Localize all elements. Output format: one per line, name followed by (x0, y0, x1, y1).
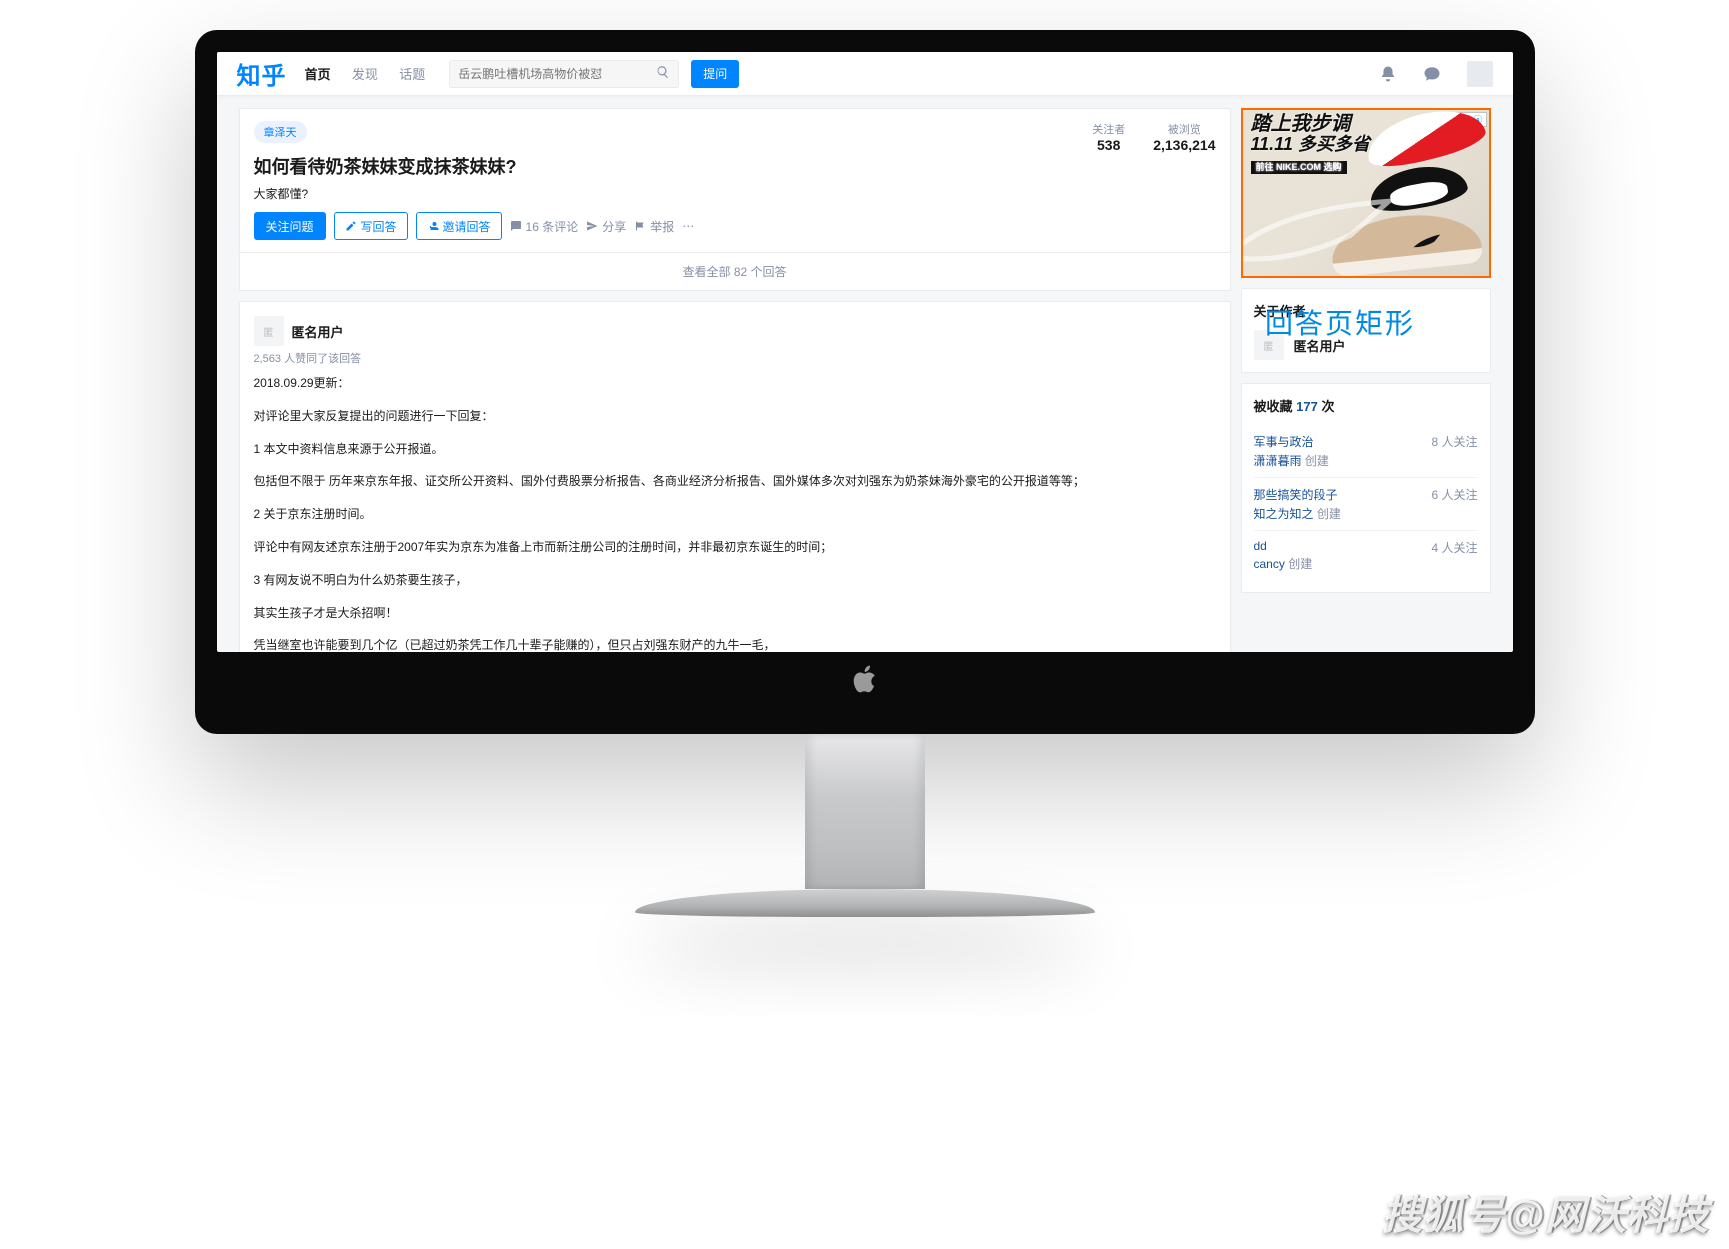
question-stats: 关注者 538 被浏览 2,136,214 (1092, 121, 1215, 240)
monitor-stand-neck (805, 734, 925, 889)
comments-label: 16 条评论 (526, 218, 579, 235)
collection-title[interactable]: 那些搞笑的段子 (1254, 486, 1341, 503)
answer-paragraph: 评论中有网友述京东注册于2007年实为京东为准备上市而新注册公司的注册时间，并非… (254, 536, 1216, 559)
answer-paragraph: 凭当继室也许能要到几个亿（已超过奶茶凭工作几十辈子能赚的），但只占刘强东财产的九… (254, 634, 1216, 652)
ad-line1: 踏上我步调 (1251, 114, 1370, 135)
topic-tag[interactable]: 章泽天 (254, 121, 307, 143)
monitor-bezel: 知乎 首页 发现 话题 提问 (195, 30, 1535, 734)
collection-title[interactable]: dd (1254, 539, 1313, 553)
answer-paragraph: 对评论里大家反复提出的问题进行一下回复： (254, 405, 1216, 428)
views-label: 被浏览 (1153, 121, 1215, 137)
write-answer-label: 写回答 (361, 218, 397, 235)
question-actions: 关注问题 写回答 邀请回答 (254, 212, 1093, 240)
header-nav: 首页 发现 话题 (305, 64, 444, 83)
invite-answer-label: 邀请回答 (443, 218, 491, 235)
collections-heading-prefix: 被收藏 (1254, 399, 1297, 414)
monitor-chin (217, 650, 1513, 712)
collection-followers: 8 人关注 (1431, 433, 1477, 450)
question-title: 如何看待奶茶妹妹变成抹茶妹妹? (254, 153, 1093, 179)
follow-question-button[interactable]: 关注问题 (254, 212, 326, 240)
write-answer-button[interactable]: 写回答 (334, 212, 408, 240)
answer-vote-count: 2,563 人赞同了该回答 (254, 350, 1216, 366)
search-box[interactable] (449, 60, 679, 88)
monitor-mockup: 知乎 首页 发现 话题 提问 (195, 30, 1535, 917)
callout-label: 回答页矩形 (1265, 302, 1415, 342)
search-input[interactable] (458, 67, 656, 81)
followers-stat: 关注者 538 (1092, 121, 1125, 240)
collection-creator: 知之为知之 创建 (1254, 505, 1341, 522)
views-stat: 被浏览 2,136,214 (1153, 121, 1215, 240)
zhihu-logo[interactable]: 知乎 (237, 56, 287, 91)
creator-link[interactable]: 潇潇暮雨 (1254, 454, 1302, 468)
answer-author-row: 匿 匿名用户 (254, 316, 1216, 346)
user-avatar[interactable] (1467, 61, 1493, 87)
report-label: 举报 (650, 218, 674, 235)
answer-author-name[interactable]: 匿名用户 (292, 322, 344, 341)
answer-card: 匿 匿名用户 2,563 人赞同了该回答 2018.09.29更新： 对评论里大家… (239, 301, 1231, 652)
more-link[interactable]: ⋯ (682, 219, 694, 233)
page-body: 章泽天 如何看待奶茶妹妹变成抹茶妹妹? 大家都懂? 关注问题 写回答 (217, 96, 1513, 652)
anon-avatar-glyph: 匿 (264, 324, 274, 339)
followers-value: 538 (1092, 137, 1125, 153)
nike-swoosh-icon (1241, 196, 1393, 266)
share-link[interactable]: 分享 (586, 218, 626, 235)
creator-link[interactable]: cancy (1254, 557, 1285, 571)
nav-discover[interactable]: 发现 (352, 67, 378, 82)
question-subtitle: 大家都懂? (254, 185, 1093, 202)
watermark-text: 搜狐号@网沃科技 (1382, 1183, 1709, 1241)
collection-title[interactable]: 军事与政治 (1254, 433, 1329, 450)
collections-card: 被收藏 177 次 军事与政治潇潇暮雨 创建 8 人关注那些搞笑的段子知之为知之 … (1241, 383, 1491, 593)
message-icon[interactable] (1423, 65, 1441, 83)
comments-link[interactable]: 16 条评论 (510, 218, 579, 235)
zhihu-app: 知乎 首页 发现 话题 提问 (217, 52, 1513, 652)
nav-home[interactable]: 首页 (305, 67, 331, 82)
main-column: 章泽天 如何看待奶茶妹妹变成抹茶妹妹? 大家都懂? 关注问题 写回答 (239, 108, 1231, 652)
answer-paragraph: 3 有网友说不明白为什么奶茶要生孩子， (254, 569, 1216, 592)
collection-creator: cancy 创建 (1254, 555, 1313, 572)
header-right (1379, 61, 1493, 87)
nav-topic[interactable]: 话题 (399, 67, 425, 82)
collection-item: dd cancy 创建 4 人关注 (1254, 530, 1478, 580)
shoe-icon (1361, 108, 1489, 174)
collections-heading: 被收藏 177 次 (1254, 396, 1478, 415)
collections-heading-suffix: 次 (1318, 399, 1335, 414)
answer-paragraph: 包括但不限于 历年来京东年报、证交所公开资料、国外付费股票分析报告、各商业经济分… (254, 470, 1216, 493)
answer-paragraph: 2 关于京东注册时间。 (254, 503, 1216, 526)
collection-followers: 4 人关注 (1431, 539, 1477, 556)
view-all-answers[interactable]: 查看全部 82 个回答 (239, 253, 1231, 291)
monitor-screen: 知乎 首页 发现 话题 提问 (217, 52, 1513, 652)
answer-paragraph: 1 本文中资料信息来源于公开报道。 (254, 438, 1216, 461)
collection-item: 军事与政治潇潇暮雨 创建 8 人关注 (1254, 425, 1478, 477)
ad-slot-rectangle[interactable]: 广告ⓧ 踏上我步调 11.11 多买多省 前往 NIKE.COM 选购 (1241, 108, 1491, 278)
side-column: 广告ⓧ 踏上我步调 11.11 多买多省 前往 NIKE.COM 选购 (1241, 108, 1491, 652)
answer-paragraph: 2018.09.29更新： (254, 372, 1216, 395)
report-link[interactable]: 举报 (634, 218, 674, 235)
creator-link[interactable]: 知之为知之 (1254, 507, 1314, 521)
collection-item: 那些搞笑的段子知之为知之 创建 6 人关注 (1254, 477, 1478, 530)
collection-creator: 潇潇暮雨 创建 (1254, 452, 1329, 469)
share-label: 分享 (602, 218, 626, 235)
search-icon[interactable] (656, 65, 670, 82)
ad-line2: 11.11 多买多省 (1251, 135, 1370, 154)
collections-list: 军事与政治潇潇暮雨 创建 8 人关注那些搞笑的段子知之为知之 创建 6 人关注 dd c… (1254, 425, 1478, 580)
ad-line3: 前往 NIKE.COM 选购 (1251, 161, 1347, 174)
apple-logo-icon (853, 665, 877, 698)
collection-followers: 6 人关注 (1431, 486, 1477, 503)
search-wrap: 提问 (449, 60, 739, 88)
answer-paragraph: 其实生孩子才是大杀招啊！ (254, 602, 1216, 625)
collections-count: 177 (1296, 399, 1318, 414)
question-card: 章泽天 如何看待奶茶妹妹变成抹茶妹妹? 大家都懂? 关注问题 写回答 (239, 108, 1231, 253)
ad-text: 踏上我步调 11.11 多买多省 前往 NIKE.COM 选购 (1251, 114, 1370, 175)
invite-answer-button[interactable]: 邀请回答 (416, 212, 502, 240)
ask-button[interactable]: 提问 (691, 60, 739, 88)
app-header: 知乎 首页 发现 话题 提问 (217, 52, 1513, 96)
views-value: 2,136,214 (1153, 137, 1215, 153)
answer-author-avatar[interactable]: 匿 (254, 316, 284, 346)
followers-label: 关注者 (1092, 121, 1125, 137)
answer-body: 2018.09.29更新： 对评论里大家反复提出的问题进行一下回复： 1 本文中资料… (254, 372, 1216, 652)
bell-icon[interactable] (1379, 65, 1397, 83)
monitor-stand-foot (635, 889, 1095, 917)
